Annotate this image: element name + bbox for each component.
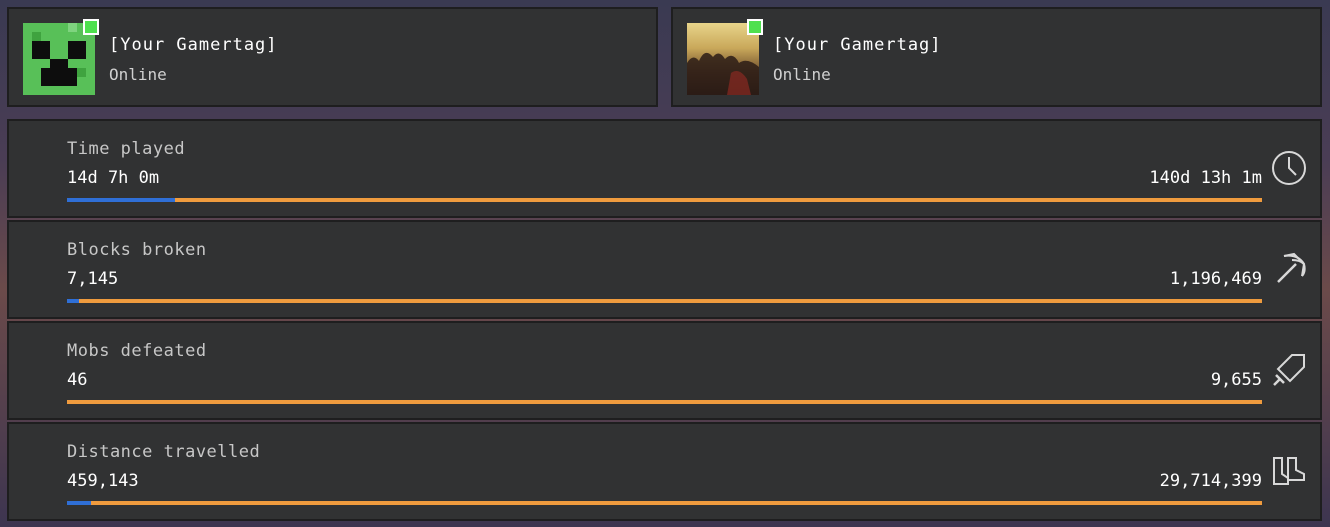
stat-value: 7,145 [67, 269, 119, 289]
stat-blocks-broken: Blocks broken 7,145 1,196,469 [7, 220, 1322, 319]
stat-label: Time played [67, 139, 186, 159]
progress-bar [67, 198, 1262, 202]
stat-total: 1,196,469 [1169, 269, 1262, 289]
online-status: Online [773, 65, 831, 84]
stats-screen: [Your Gamertag] Online [Your Gamertag] O… [0, 0, 1330, 527]
stat-distance-travelled: Distance travelled 459,143 29,714,399 [7, 422, 1322, 521]
stat-total: 9,655 [1210, 370, 1262, 390]
gamertag: [Your Gamertag] [773, 35, 942, 55]
stat-mobs-defeated: Mobs defeated 46 9,655 [7, 321, 1322, 420]
sword-icon [1270, 351, 1308, 389]
stat-value: 14d 7h 0m [67, 168, 160, 188]
progress-bar [67, 400, 1262, 404]
progress-bar [67, 501, 1262, 505]
clock-icon [1270, 149, 1308, 187]
stat-value: 46 [67, 370, 88, 390]
gamertag: [Your Gamertag] [109, 35, 278, 55]
stat-time-played: Time played 14d 7h 0m 140d 13h 1m [7, 119, 1322, 218]
creeper-face-icon [23, 19, 99, 95]
stat-label: Blocks broken [67, 240, 207, 260]
boots-icon [1270, 452, 1308, 490]
pickaxe-icon [1270, 250, 1308, 288]
stat-total: 140d 13h 1m [1149, 168, 1262, 188]
progress-fill [67, 299, 79, 303]
online-indicator [747, 19, 763, 35]
progress-bar [67, 299, 1262, 303]
stat-label: Mobs defeated [67, 341, 207, 361]
sunset-avatar-icon [687, 19, 763, 95]
player-card-2[interactable]: [Your Gamertag] Online [671, 7, 1322, 107]
progress-fill [67, 501, 91, 505]
stat-value: 459,143 [67, 471, 139, 491]
online-indicator [83, 19, 99, 35]
player-card-1[interactable]: [Your Gamertag] Online [7, 7, 658, 107]
progress-fill [67, 198, 175, 202]
stat-label: Distance travelled [67, 442, 261, 462]
online-status: Online [109, 65, 167, 84]
stat-total: 29,714,399 [1159, 471, 1262, 491]
